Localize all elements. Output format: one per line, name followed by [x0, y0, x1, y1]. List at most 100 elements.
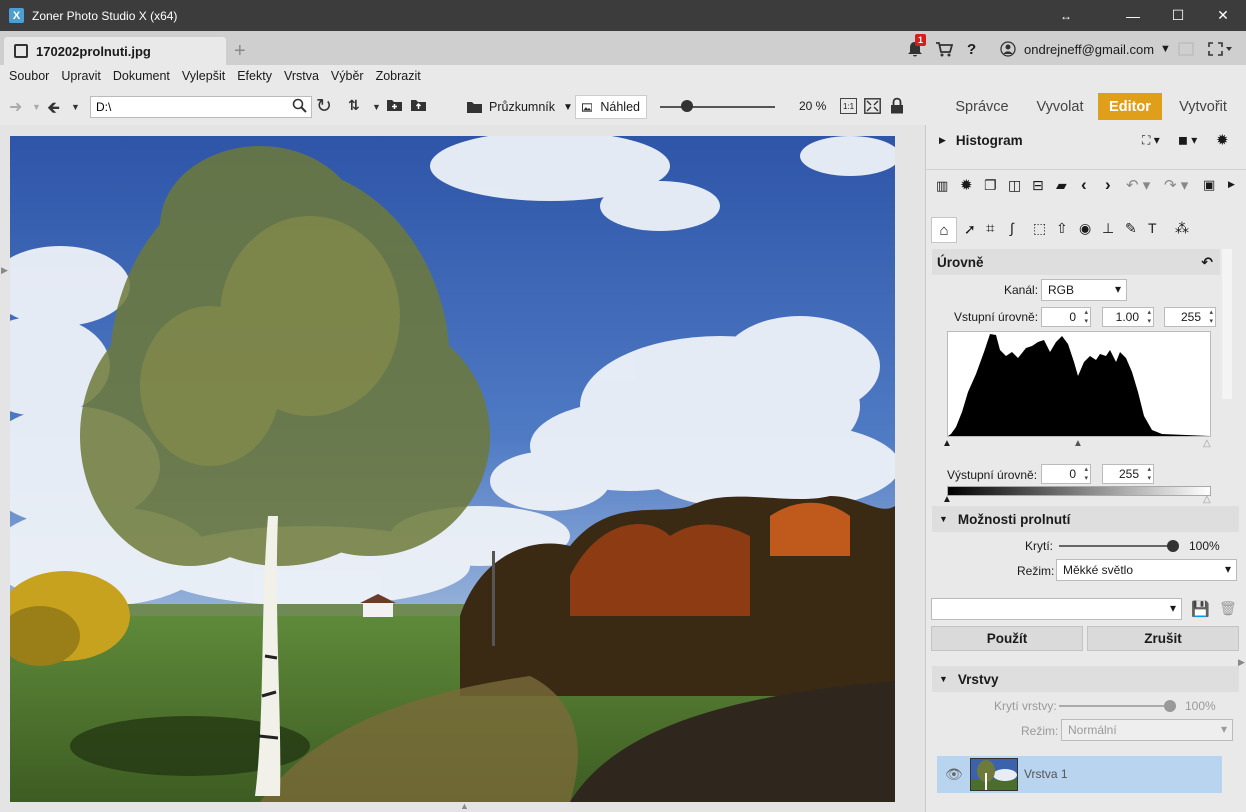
notifications-button[interactable]: 1: [906, 34, 926, 61]
search-icon[interactable]: [292, 98, 307, 118]
home-icon[interactable]: ⌂: [931, 217, 957, 243]
mode-manager-tab[interactable]: Správce: [947, 93, 1017, 120]
fit-to-window-icon[interactable]: [864, 98, 881, 119]
zoom-slider-track[interactable]: [660, 106, 775, 108]
stamp-icon[interactable]: ⊥: [1102, 220, 1114, 237]
preview-button[interactable]: Náhled: [575, 95, 647, 119]
curves-icon[interactable]: ∫: [1010, 220, 1014, 236]
delete-preset-icon[interactable]: 🗑: [1219, 600, 1237, 617]
more-tools-icon[interactable]: ▶: [1228, 179, 1235, 190]
right-panel-toggle-icon[interactable]: ▶: [1238, 657, 1245, 668]
input-white-field[interactable]: 255: [1164, 307, 1216, 327]
browser-button[interactable]: Průzkumník ▼: [460, 95, 579, 119]
output-black-field[interactable]: 0: [1041, 464, 1091, 484]
menu-view[interactable]: Zobrazit: [376, 69, 421, 83]
canvas-area[interactable]: ▶ ▲: [0, 125, 925, 812]
zoom-slider-handle[interactable]: [681, 100, 693, 112]
apply-button[interactable]: Použít: [931, 626, 1083, 651]
path-input[interactable]: [90, 96, 312, 118]
blend-mode-select[interactable]: Měkké světlo: [1056, 559, 1237, 581]
resize-icon[interactable]: ↔: [1043, 0, 1089, 31]
lock-icon[interactable]: [890, 97, 904, 119]
mode-develop-tab[interactable]: Vyvolat: [1025, 93, 1095, 120]
sort-icon[interactable]: ⇅: [348, 97, 360, 114]
folder-tool-icon[interactable]: ▰: [1056, 177, 1067, 194]
opacity-slider-track[interactable]: [1059, 545, 1176, 547]
image-tool-icon[interactable]: ▣: [1203, 177, 1215, 193]
back-dropdown-icon[interactable]: ▼: [71, 102, 80, 112]
preset-select[interactable]: [931, 598, 1182, 620]
previous-icon[interactable]: ‹: [1081, 175, 1087, 195]
layer-row[interactable]: 👁 Vrstva 1: [937, 756, 1222, 793]
mode-editor-tab[interactable]: Editor: [1098, 93, 1162, 120]
close-button[interactable]: ✕: [1200, 0, 1246, 31]
pointer-icon[interactable]: ➚: [964, 221, 976, 238]
input-gamma-handle[interactable]: ▲: [1073, 438, 1083, 449]
document-tab[interactable]: 170202prolnuti.jpg: [4, 37, 226, 65]
reset-icon[interactable]: ↶: [1201, 254, 1213, 271]
split-view-icon[interactable]: ⊟: [1032, 177, 1044, 194]
shop-button[interactable]: [935, 37, 953, 61]
settings-tool-icon[interactable]: ✹: [960, 176, 973, 194]
forward-icon[interactable]: ➜: [9, 97, 22, 117]
cancel-button[interactable]: Zrušit: [1087, 626, 1239, 651]
panel-toggle-icon[interactable]: [1178, 37, 1194, 61]
histogram-tool-icon[interactable]: ▥: [936, 178, 948, 194]
refresh-icon[interactable]: ↻: [316, 95, 332, 118]
redo-icon[interactable]: ↷ ▾: [1164, 176, 1188, 194]
menu-layer[interactable]: Vrstva: [284, 69, 319, 83]
export-icon[interactable]: ⇧: [1056, 220, 1068, 237]
output-white-field[interactable]: 255: [1102, 464, 1154, 484]
input-black-field[interactable]: 0: [1041, 307, 1091, 327]
photo-canvas[interactable]: [10, 136, 895, 802]
menu-enhance[interactable]: Vylepšit: [182, 69, 225, 83]
help-button[interactable]: ?: [967, 37, 976, 61]
panel-scrollbar[interactable]: [1222, 249, 1232, 399]
output-black-handle[interactable]: ▲: [942, 494, 952, 505]
text-tool-icon[interactable]: T: [1148, 220, 1157, 236]
compare-icon[interactable]: ◫: [1008, 177, 1021, 194]
folder-up-icon[interactable]: [410, 97, 427, 117]
account-menu[interactable]: ondrejneff@gmail.com ▼: [1000, 37, 1171, 61]
input-white-handle[interactable]: △: [1203, 438, 1211, 449]
actual-size-button[interactable]: 1:1: [840, 98, 857, 114]
back-icon[interactable]: 🡸: [47, 97, 60, 124]
left-panel-toggle-icon[interactable]: ▶: [1, 265, 8, 276]
minimize-button[interactable]: —: [1110, 0, 1156, 31]
mode-create-tab[interactable]: Vytvořit: [1168, 93, 1238, 120]
crop-icon[interactable]: ⌗: [986, 220, 994, 237]
next-icon[interactable]: ›: [1105, 175, 1111, 195]
fullscreen-icon[interactable]: [1208, 37, 1232, 61]
layers-header[interactable]: ▼ Vrstvy: [932, 666, 1239, 692]
eye-icon[interactable]: ◉: [1079, 220, 1091, 237]
add-tab-button[interactable]: +: [234, 40, 246, 63]
menu-selection[interactable]: Výběr: [331, 69, 364, 83]
opacity-slider-handle[interactable]: [1167, 540, 1179, 552]
layer-opacity-slider-track[interactable]: [1059, 705, 1176, 707]
sort-dropdown-icon[interactable]: ▼: [372, 102, 381, 112]
copy-icon[interactable]: ❐: [984, 177, 997, 194]
brush-icon[interactable]: ✎: [1125, 220, 1137, 237]
layer-opacity-slider-handle[interactable]: [1164, 700, 1176, 712]
undo-icon[interactable]: ↶ ▾: [1126, 176, 1150, 194]
histogram-settings-icon[interactable]: ✹: [1216, 131, 1229, 149]
input-gamma-field[interactable]: 1.00: [1102, 307, 1154, 327]
menu-document[interactable]: Dokument: [113, 69, 170, 83]
channel-select[interactable]: RGB: [1041, 279, 1127, 301]
visibility-eye-icon[interactable]: 👁: [945, 766, 963, 783]
layer-mode-select[interactable]: Normální: [1061, 719, 1233, 741]
histogram-display-icon[interactable]: ⛶ ▾: [1142, 133, 1160, 148]
menu-edit[interactable]: Upravit: [61, 69, 101, 83]
new-folder-icon[interactable]: [386, 97, 403, 117]
menu-effects[interactable]: Efekty: [237, 69, 272, 83]
blend-options-header[interactable]: ▼ Možnosti prolnutí: [932, 506, 1239, 532]
bottom-panel-toggle-icon[interactable]: ▲: [460, 801, 469, 811]
save-preset-icon[interactable]: 💾: [1191, 600, 1210, 618]
input-black-handle[interactable]: ▲: [942, 438, 952, 449]
levels-header[interactable]: Úrovně ↶: [932, 249, 1220, 275]
maximize-button[interactable]: ☐: [1155, 0, 1201, 31]
histogram-channel-icon[interactable]: ◼ ▾: [1178, 133, 1197, 147]
selection-icon[interactable]: ⬚: [1033, 220, 1046, 237]
output-white-handle[interactable]: △: [1203, 494, 1211, 505]
menu-file[interactable]: Soubor: [9, 69, 49, 83]
